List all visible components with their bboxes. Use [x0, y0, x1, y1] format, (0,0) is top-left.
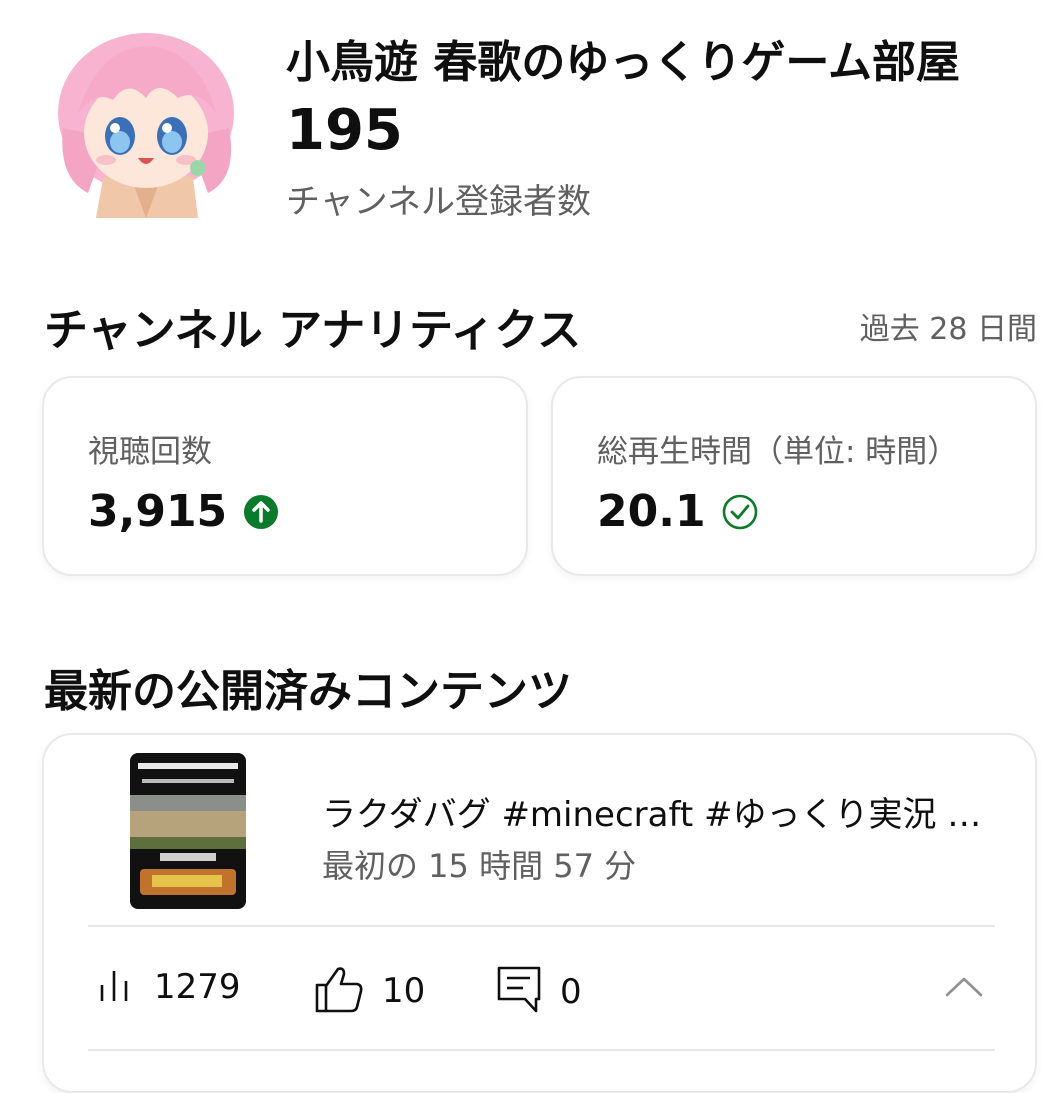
views-label: 視聴回数 — [88, 434, 212, 470]
video-likes-value: 10 — [382, 971, 426, 1011]
watch-time-card[interactable]: 総再生時間（単位: 時間） 20.1 — [551, 376, 1037, 576]
analytics-period: 過去 28 日間 — [859, 312, 1037, 347]
watch-time-value: 20.1 — [597, 486, 706, 537]
latest-video-card[interactable]: ラクダバグ #minecraft #ゆっくり実況 … 最初の 15 時間 57 … — [42, 733, 1037, 1093]
check-circle-icon — [722, 494, 758, 530]
subscriber-label: チャンネル登録者数 — [286, 182, 591, 222]
divider — [88, 1049, 995, 1051]
video-likes-stat: 10 — [314, 965, 425, 1017]
views-card[interactable]: 視聴回数 3,915 — [42, 376, 528, 576]
analytics-title: チャンネル アナリティクス — [44, 305, 582, 356]
channel-avatar[interactable] — [48, 18, 244, 218]
bar-chart-icon — [96, 965, 136, 1009]
video-time-window: 最初の 15 時間 57 分 — [322, 847, 637, 885]
subscriber-count: 195 — [286, 98, 403, 163]
channel-name: 小鳥遊 春歌のゆっくりゲーム部屋 — [286, 37, 960, 88]
video-title[interactable]: ラクダバグ #minecraft #ゆっくり実況 … — [322, 787, 981, 836]
video-comments-stat: 0 — [496, 965, 582, 1019]
thumbs-up-icon — [314, 965, 364, 1017]
video-views-stat: 1279 — [96, 965, 241, 1009]
divider — [88, 925, 995, 927]
latest-content-title: 最新の公開済みコンテンツ — [44, 666, 572, 717]
video-views-value: 1279 — [154, 967, 241, 1007]
video-thumbnail[interactable] — [130, 753, 246, 909]
comment-icon — [496, 965, 542, 1019]
arrow-up-circle-icon — [243, 494, 279, 530]
chevron-up-icon[interactable] — [944, 975, 984, 1003]
views-value: 3,915 — [88, 486, 228, 537]
video-comments-value: 0 — [560, 972, 582, 1012]
watch-time-label: 総再生時間（単位: 時間） — [597, 434, 959, 470]
